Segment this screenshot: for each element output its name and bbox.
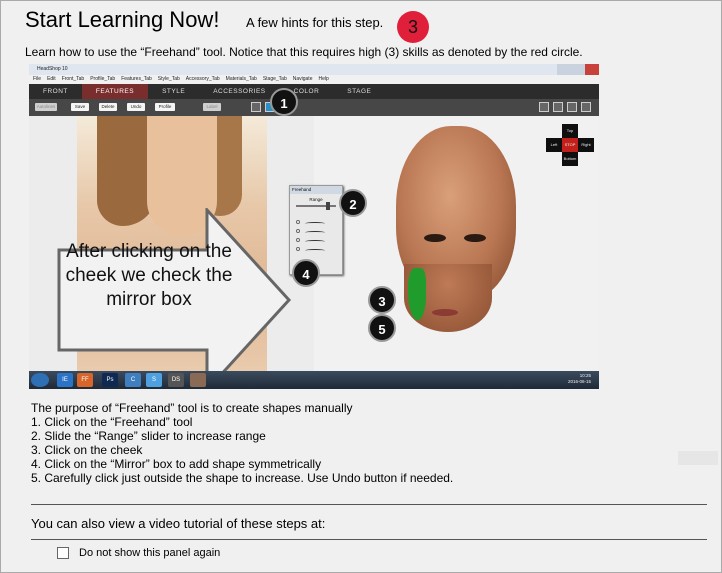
autolines-button: Autolines <box>35 103 57 111</box>
maximize-icon <box>571 64 585 75</box>
step-item: 1. Click on the “Freehand” tool <box>31 415 193 429</box>
menu-item: Navigate <box>292 76 313 82</box>
menu-item: Edit <box>47 76 56 82</box>
app-toolbar: Autolines Save Delete Undo Profile Label <box>29 99 599 116</box>
mouth <box>432 309 458 316</box>
video-tutorial-text: You can also view a video tutorial of th… <box>31 516 326 531</box>
dpad-stop: STOP <box>562 138 578 152</box>
menu-item: Profile_Tab <box>90 76 116 82</box>
delete-button: Delete <box>99 103 117 111</box>
headshop-icon <box>190 373 206 387</box>
menu-item: Style_Tab <box>157 76 180 82</box>
tab-stage: STAGE <box>347 88 372 95</box>
side-bar <box>678 451 718 465</box>
eye-left <box>424 234 446 242</box>
intro-text: Learn how to use the “Freehand” tool. No… <box>25 45 583 59</box>
rotate-icon <box>553 102 563 112</box>
window-titlebar: HeadShop 10 <box>29 64 599 75</box>
step-marker-4: 4 <box>292 259 320 287</box>
hint-panel: Start Learning Now! A few hints for this… <box>0 0 722 573</box>
skype-icon: S <box>146 373 162 387</box>
os-taskbar: IE FF Ps C S DS 10:25 2016-06-15 <box>29 371 599 389</box>
step-item: 2. Slide the “Range” slider to increase … <box>31 429 266 443</box>
3d-viewport: Top Left STOP Right Bottom <box>314 116 599 371</box>
app-tabs: FRONT FEATURES STYLE ACCESSORIES COLOR S… <box>29 84 599 99</box>
curve-option <box>296 219 336 226</box>
range-slider <box>296 202 336 210</box>
menu-item: Features_Tab <box>121 76 152 82</box>
clock-date: 2016-06-15 <box>567 379 591 384</box>
step-marker-5: 5 <box>368 314 396 342</box>
step-marker-3: 3 <box>368 286 396 314</box>
menu-item: File <box>33 76 42 82</box>
eye-right <box>464 234 486 242</box>
reference-photo-area: After clicking on the cheek we check the… <box>29 116 314 389</box>
menu-item: Accessory_Tab <box>185 76 220 82</box>
minimize-icon <box>557 64 571 75</box>
dpad-left: Left <box>546 138 562 152</box>
menu-bar: File Edit Front_Tab Profile_Tab Features… <box>29 75 599 84</box>
menu-item: Front_Tab <box>61 76 85 82</box>
label-button: Label <box>203 103 221 111</box>
menu-item: Materials_Tab <box>225 76 257 82</box>
close-icon <box>585 64 599 75</box>
tab-features: FEATURES <box>81 84 149 99</box>
photoshop-icon: Ps <box>102 373 118 387</box>
dpad-top: Top <box>562 124 578 138</box>
freehand-cheek-shape <box>408 268 426 320</box>
step-item: 4. Click on the “Mirror” box to add shap… <box>31 457 322 471</box>
purpose-text: The purpose of “Freehand” tool is to cre… <box>31 401 353 415</box>
dpad-bottom: Bottom <box>562 152 578 166</box>
dont-show-checkbox[interactable] <box>57 547 69 559</box>
tab-front: FRONT <box>43 88 68 95</box>
step-marker-2: 2 <box>339 189 367 217</box>
skill-level-badge: 3 <box>397 11 429 43</box>
divider <box>31 539 707 540</box>
profile-button: Profile <box>155 103 175 111</box>
ie-icon: IE <box>57 373 73 387</box>
curve-option <box>296 237 336 244</box>
step-marker-1: 1 <box>270 88 298 116</box>
step-item: 5. Carefully click just outside the shap… <box>31 471 454 485</box>
zoom-icon <box>567 102 577 112</box>
page-title: Start Learning Now! <box>25 7 220 32</box>
undo-button: Undo <box>127 103 145 111</box>
start-button-icon <box>31 373 49 387</box>
firefox-icon: FF <box>77 373 93 387</box>
steps-list: 1. Click on the “Freehand” tool 2. Slide… <box>31 415 453 485</box>
fit-view-icon <box>581 102 591 112</box>
menu-item: Help <box>318 76 329 82</box>
tab-accessories: ACCESSORIES <box>213 88 266 95</box>
save-button: Save <box>71 103 89 111</box>
arrow-callout-text: After clicking on the cheek we check the… <box>65 241 233 310</box>
curve-option <box>296 246 336 253</box>
tutorial-screenshot: HeadShop 10 File Edit Front_Tab Profile_… <box>29 64 599 389</box>
range-label: Range <box>309 197 323 202</box>
menu-item: Stage_Tab <box>262 76 287 82</box>
curve-option <box>296 228 336 235</box>
slider-thumb-icon <box>326 202 330 210</box>
page-subtitle: A few hints for this step. <box>246 15 384 30</box>
freehand-dialog-title: Freehand <box>290 186 342 194</box>
step-item: 3. Click on the cheek <box>31 443 143 457</box>
divider <box>31 504 707 505</box>
ds-icon: DS <box>168 373 184 387</box>
hand-tool-icon <box>539 102 549 112</box>
dont-show-label[interactable]: Do not show this panel again <box>79 547 220 559</box>
pen-tool-icon <box>251 102 261 112</box>
app-icon: C <box>125 373 141 387</box>
dont-show-option[interactable]: Do not show this panel again <box>57 547 220 559</box>
system-clock: 10:25 2016-06-15 <box>568 373 591 385</box>
window-title: HeadShop 10 <box>37 66 68 72</box>
window-controls <box>557 64 599 75</box>
dpad-right: Right <box>578 138 594 152</box>
tab-style: STYLE <box>162 88 186 95</box>
